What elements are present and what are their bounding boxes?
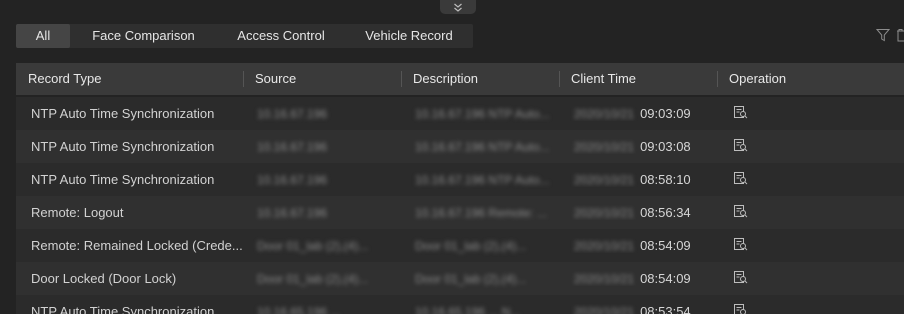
client-date: 2020/10/21 (574, 271, 635, 286)
operation-cell (717, 237, 904, 254)
client-clock: 09:03:08 (640, 139, 691, 154)
column-header-client-time[interactable]: Client Time (559, 63, 717, 95)
toolbar-right (876, 28, 904, 42)
source-cell: Door 01_lab (2),(4)... (257, 238, 369, 253)
source-cell: 10.16.67.196 (257, 139, 328, 154)
client-time-cell: 2020/10/21 08:54:09 (559, 271, 717, 286)
description-cell: Door 01_lab (2),(4)... (415, 238, 527, 253)
column-header-description[interactable]: Description (401, 63, 559, 95)
operation-cell (717, 138, 904, 155)
client-time-cell: 2020/10/21 08:58:10 (559, 172, 717, 187)
detail-view-icon[interactable] (734, 138, 748, 152)
client-date: 2020/10/21 (574, 139, 635, 154)
record-type-cell: Remote: Remained Locked (Crede... (31, 238, 243, 253)
detail-view-icon[interactable] (734, 171, 748, 185)
client-clock: 08:54:09 (640, 271, 691, 286)
client-time-cell: 2020/10/21 08:53:54 (559, 304, 717, 314)
operation-cell (717, 171, 904, 188)
column-header-source[interactable]: Source (243, 63, 401, 95)
record-type-cell: NTP Auto Time Synchronization (31, 172, 215, 187)
description-cell: 10.16.67.196 NTP Auto... (415, 172, 550, 187)
description-cell: 10.16.65.196 ... N... (415, 304, 521, 314)
table-row[interactable]: NTP Auto Time Synchronization 10.16.67.1… (16, 130, 904, 163)
table-row[interactable]: NTP Auto Time Synchronization 10.16.67.1… (16, 163, 904, 196)
trash-icon[interactable] (896, 28, 904, 42)
table-row[interactable]: NTP Auto Time Synchronization 10.16.67.1… (16, 97, 904, 130)
record-type-cell: Door Locked (Door Lock) (31, 271, 177, 286)
client-date: 2020/10/21 (574, 205, 635, 220)
table-row[interactable]: Remote: Remained Locked (Crede... Door 0… (16, 229, 904, 262)
table-row[interactable]: Remote: Logout 10.16.67.196 10.16.67.196… (16, 196, 904, 229)
top-bar: All Face Comparison Access Control Vehic… (0, 0, 904, 56)
source-cell: 10.16.67.196 (257, 106, 328, 121)
source-cell: 10.16.67.196 (257, 205, 328, 220)
client-clock: 08:54:09 (640, 238, 691, 253)
client-date: 2020/10/21 (574, 106, 635, 121)
client-time-cell: 2020/10/21 09:03:09 (559, 106, 717, 121)
client-clock: 08:56:34 (640, 205, 691, 220)
description-cell: Door 01_lab (2),(4)... (415, 271, 527, 286)
source-cell: 10.16.65.196 ... (257, 304, 341, 314)
detail-view-icon[interactable] (734, 237, 748, 251)
table-row[interactable]: NTP Auto Time Synchronization 10.16.65.1… (16, 295, 904, 314)
operation-cell (717, 204, 904, 221)
client-date: 2020/10/21 (574, 304, 635, 314)
record-table-body: NTP Auto Time Synchronization 10.16.67.1… (16, 97, 904, 314)
column-header-record-type[interactable]: Record Type (16, 63, 243, 95)
table-row[interactable]: Door Locked (Door Lock) Door 01_lab (2),… (16, 262, 904, 295)
client-date: 2020/10/21 (574, 238, 635, 253)
client-time-cell: 2020/10/21 08:56:34 (559, 205, 717, 220)
client-clock: 08:58:10 (640, 172, 691, 187)
tab-face-comparison[interactable]: Face Comparison (70, 24, 217, 48)
record-type-cell: NTP Auto Time Synchronization (31, 139, 215, 154)
client-time-cell: 2020/10/21 09:03:08 (559, 139, 717, 154)
column-header-operation: Operation (717, 63, 904, 95)
record-type-cell: NTP Auto Time Synchronization (31, 304, 215, 314)
client-clock: 08:53:54 (640, 304, 691, 314)
description-cell: 10.16.67.196 NTP Auto... (415, 106, 550, 121)
detail-view-icon[interactable] (734, 105, 748, 119)
detail-view-icon[interactable] (734, 270, 748, 284)
description-cell: 10.16.67.196 NTP Auto... (415, 139, 550, 154)
tab-access-control[interactable]: Access Control (217, 24, 345, 48)
record-type-cell: NTP Auto Time Synchronization (31, 106, 215, 121)
tab-all[interactable]: All (16, 24, 70, 48)
tab-vehicle-record[interactable]: Vehicle Record (345, 24, 473, 48)
table-header: Record Type Source Description Client Ti… (16, 63, 904, 95)
source-cell: Door 01_lab (2),(4)... (257, 271, 369, 286)
operation-cell (717, 303, 904, 314)
client-clock: 09:03:09 (640, 106, 691, 121)
source-cell: 10.16.67.196 (257, 172, 328, 187)
client-date: 2020/10/21 (574, 172, 635, 187)
record-type-cell: Remote: Logout (31, 205, 124, 220)
double-chevron-down-icon (454, 3, 462, 12)
detail-view-icon[interactable] (734, 204, 748, 218)
client-time-cell: 2020/10/21 08:54:09 (559, 238, 717, 253)
collapse-toggle[interactable] (440, 0, 476, 14)
filter-icon[interactable] (876, 28, 890, 42)
record-category-tabs: All Face Comparison Access Control Vehic… (16, 24, 473, 48)
operation-cell (717, 105, 904, 122)
description-cell: 10.16.67.196 Remote: ... (415, 205, 548, 220)
detail-view-icon[interactable] (734, 303, 748, 314)
operation-cell (717, 270, 904, 287)
